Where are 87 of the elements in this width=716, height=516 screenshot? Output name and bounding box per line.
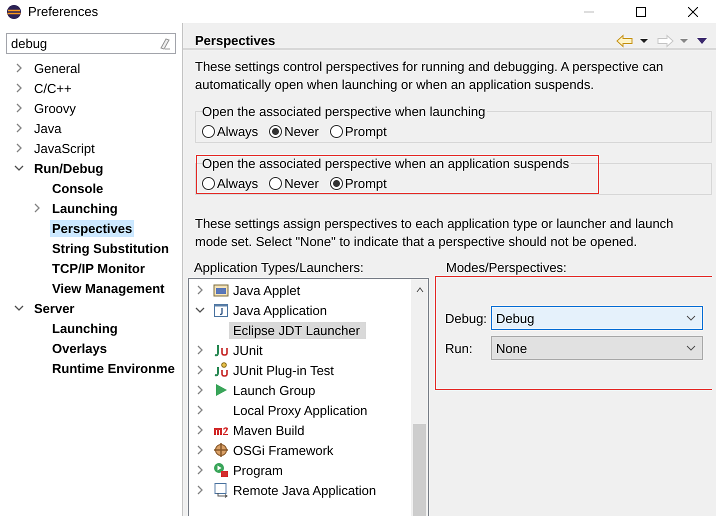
launcher-item[interactable]: Java Application [229, 302, 333, 318]
mode-label: Run: [445, 340, 474, 356]
tree-item[interactable]: JavaScript [32, 140, 97, 156]
tree-item[interactable]: TCP/IP Monitor [50, 260, 147, 276]
collapse-icon[interactable] [14, 303, 24, 313]
page-title: Perspectives [195, 33, 276, 48]
radio-option[interactable]: Always [202, 124, 258, 139]
tree-item[interactable]: C/C++ [32, 80, 74, 96]
launcher-item[interactable]: JUnit Plug-in Test [229, 362, 340, 378]
launcher-item[interactable]: Java Applet [229, 282, 306, 298]
tree-item[interactable]: General [32, 60, 82, 76]
expand-icon[interactable] [14, 103, 24, 113]
chevron-down-icon [686, 345, 696, 351]
launchers-label: Application Types/Launchers: [193, 260, 365, 276]
scroll-up-icon[interactable] [414, 285, 424, 295]
launcher-item[interactable]: Maven Build [229, 422, 311, 438]
perspective-dropdown[interactable]: Debug [491, 306, 703, 330]
window-title: Preferences [28, 4, 100, 19]
expand-icon[interactable] [32, 203, 42, 213]
expand-icon[interactable] [195, 405, 205, 415]
launcher-item[interactable]: Launch Group [229, 382, 322, 398]
perspective-dropdown[interactable]: None [491, 336, 703, 360]
tree-item[interactable]: View Management [50, 280, 166, 296]
play-icon [213, 382, 229, 398]
applet-icon [213, 282, 229, 298]
tree-item[interactable]: Perspectives [50, 220, 134, 236]
collapse-icon[interactable] [195, 305, 205, 315]
expand-icon[interactable] [195, 485, 205, 495]
expand-icon[interactable] [14, 123, 24, 133]
radio-button[interactable] [269, 125, 282, 138]
expand-icon[interactable] [14, 63, 24, 73]
launcher-item[interactable]: Program [229, 462, 289, 478]
collapse-icon[interactable] [14, 163, 24, 173]
launcher-item[interactable]: JUnit [229, 342, 269, 358]
junit-icon [213, 342, 229, 358]
radio-button[interactable] [202, 125, 215, 138]
expand-icon[interactable] [195, 285, 205, 295]
app-logo-icon [6, 4, 22, 20]
tree-item[interactable]: String Substitution [50, 240, 171, 256]
radio-option[interactable]: Always [202, 176, 258, 191]
expand-icon[interactable] [195, 385, 205, 395]
tree-item[interactable]: Launching [50, 200, 120, 216]
remote-icon [213, 482, 229, 498]
radio-button[interactable] [269, 177, 282, 190]
tree-item[interactable]: Run/Debug [32, 160, 106, 176]
mode-label: Debug: [445, 310, 488, 326]
modes-label: Modes/Perspectives: [445, 260, 568, 276]
tree-item[interactable]: Launching [50, 320, 120, 336]
radio-button[interactable] [330, 177, 343, 190]
tree-item[interactable]: Overlays [50, 340, 109, 356]
search-field[interactable]: debug [6, 33, 176, 54]
intro-text: These settings control perspectives for running and debugging. A perspective can automatically open when launching or when an application suspends. [195, 58, 664, 94]
tree-item[interactable]: Console [50, 180, 106, 196]
scrollbar[interactable] [411, 279, 428, 516]
group-legend: Open the associated perspective when an application suspends [202, 156, 572, 172]
launcher-item[interactable]: Eclipse JDT Launcher [229, 322, 366, 338]
tree-item[interactable]: Java [32, 120, 64, 136]
view-menu-icon[interactable] [696, 36, 708, 44]
close-icon[interactable] [688, 6, 698, 16]
radio-option[interactable]: Never [269, 176, 319, 191]
expand-icon[interactable] [195, 345, 205, 355]
launcher-item[interactable]: OSGi Framework [229, 442, 340, 458]
tree-item[interactable]: Server [32, 300, 76, 316]
expand-icon[interactable] [14, 143, 24, 153]
tree-item[interactable]: Groovy [32, 100, 78, 116]
launcher-item[interactable]: Local Proxy Application [229, 402, 374, 418]
junit-plugin-icon [213, 362, 229, 378]
tree-item[interactable]: Runtime Environme [50, 360, 177, 376]
radio-button[interactable] [330, 125, 343, 138]
radio-option[interactable]: Prompt [330, 176, 387, 191]
radio-option[interactable]: Never [269, 124, 319, 139]
expand-icon[interactable] [195, 365, 205, 375]
launcher-item[interactable]: Remote Java Application [229, 482, 382, 498]
expand-icon[interactable] [14, 83, 24, 93]
window-icon [213, 302, 229, 318]
expand-icon[interactable] [195, 445, 205, 455]
maximize-icon[interactable] [636, 6, 646, 16]
gear-icon [213, 442, 229, 458]
radio-option[interactable]: Prompt [330, 124, 387, 139]
chevron-down-icon [686, 315, 696, 321]
expand-icon[interactable] [195, 465, 205, 475]
group-legend: Open the associated perspective when launching [202, 104, 488, 120]
radio-button[interactable] [202, 177, 215, 190]
program-icon [213, 462, 229, 478]
dropdown-caret-icon[interactable] [638, 36, 650, 44]
expand-icon[interactable] [195, 425, 205, 435]
assign-text: These settings assign perspectives to each application type or launcher and launch mode set. Select "None" to indicate that a perspective should not be opened. [195, 215, 674, 251]
